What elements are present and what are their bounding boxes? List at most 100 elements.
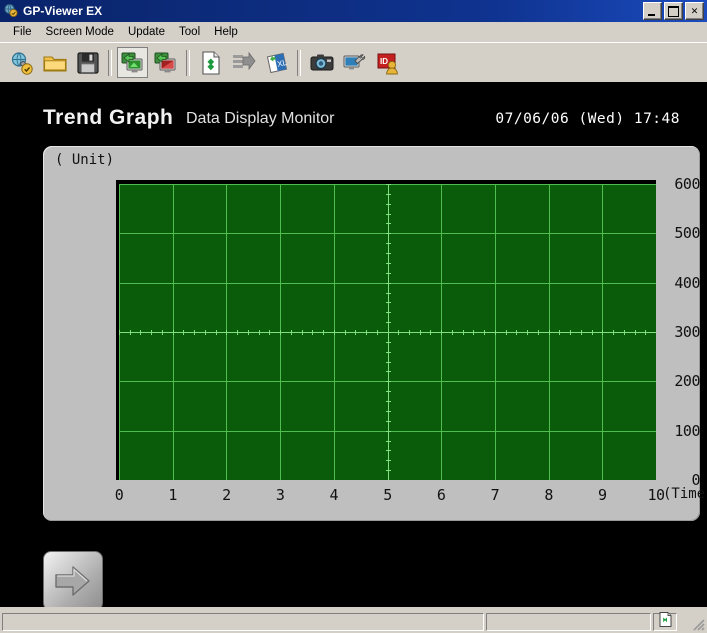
open-folder-icon <box>42 50 68 76</box>
axis-tick-vertical <box>386 401 391 402</box>
axis-tick-vertical <box>386 450 391 451</box>
axis-tick-horizontal <box>140 330 141 335</box>
axis-tick-vertical <box>386 302 391 303</box>
axis-tick-horizontal <box>345 330 346 335</box>
menu-item-help[interactable]: Help <box>207 24 245 40</box>
y-axis-tick-label: 300 <box>674 323 700 341</box>
menu-item-screen-mode[interactable]: Screen Mode <box>39 24 121 40</box>
axis-tick-horizontal <box>216 330 217 335</box>
axis-tick-horizontal <box>473 330 474 335</box>
document-refresh-icon <box>659 612 672 632</box>
axis-tick-horizontal <box>506 330 507 335</box>
axis-tick-horizontal <box>452 330 453 335</box>
save-floppy-icon <box>75 50 101 76</box>
axis-tick-horizontal <box>581 330 582 335</box>
x-axis-tick-label: 7 <box>490 486 500 504</box>
axis-tick-vertical <box>386 411 391 412</box>
x-axis-tick-label: 2 <box>222 486 231 504</box>
axis-tick-vertical <box>386 263 391 264</box>
axis-tick-horizontal <box>280 330 281 335</box>
connect-icon <box>9 50 35 76</box>
axis-tick-horizontal <box>259 330 260 335</box>
axis-tick-vertical <box>386 362 391 363</box>
window-title: GP-Viewer EX <box>23 4 103 18</box>
axis-tick-vertical <box>386 441 391 442</box>
title-bar: GP-Viewer EX ✕ <box>0 0 707 23</box>
toolbar-document-button[interactable] <box>195 47 226 78</box>
toolbar-save-button[interactable] <box>72 47 103 78</box>
menu-item-update[interactable]: Update <box>121 24 172 40</box>
axis-tick-horizontal <box>624 330 625 335</box>
toolbar-transfer-button[interactable] <box>228 47 259 78</box>
maximize-button[interactable] <box>664 2 683 20</box>
axis-tick-vertical <box>386 391 391 392</box>
axis-tick-horizontal <box>430 330 431 335</box>
axis-tick-horizontal <box>559 330 560 335</box>
forward-arrow-button[interactable] <box>43 551 103 607</box>
hmi-screen: Trend Graph Data Display Monitor 07/06/0… <box>0 82 707 607</box>
toolbar-capture-button[interactable] <box>306 47 337 78</box>
axis-tick-horizontal <box>516 330 517 335</box>
toolbar-offline-monitor-button[interactable] <box>150 47 181 78</box>
axis-tick-vertical <box>386 283 391 284</box>
axis-tick-horizontal <box>162 330 163 335</box>
toolbar-settings-button[interactable] <box>339 47 370 78</box>
axis-tick-vertical <box>386 243 391 244</box>
axis-tick-horizontal <box>205 330 206 335</box>
trend-graph-panel: ( Unit) (Time) 0100200300400500600012345… <box>43 146 707 521</box>
online-monitor-icon <box>120 50 146 76</box>
axis-tick-vertical <box>386 273 391 274</box>
toolbar-connect-button[interactable] <box>6 47 37 78</box>
toolbar-user-id-button[interactable]: ID <box>372 47 403 78</box>
status-pane-message <box>2 613 484 631</box>
axis-tick-horizontal <box>463 330 464 335</box>
axis-tick-horizontal <box>355 330 356 335</box>
toolbar-open-button[interactable] <box>39 47 70 78</box>
x-axis-tick-label: 6 <box>436 486 446 504</box>
axis-tick-vertical <box>386 470 391 471</box>
axis-tick-vertical <box>386 421 391 422</box>
axis-tick-vertical <box>386 223 391 224</box>
status-pane-icon <box>653 612 677 632</box>
transfer-icon <box>231 50 257 76</box>
close-button[interactable]: ✕ <box>685 2 704 20</box>
axis-tick-horizontal <box>495 330 496 335</box>
axis-tick-horizontal <box>592 330 593 335</box>
toolbar-online-monitor-button[interactable] <box>117 47 148 78</box>
axis-tick-horizontal <box>409 330 410 335</box>
document-icon <box>198 50 224 76</box>
toolbar-separator <box>297 49 301 76</box>
axis-tick-horizontal <box>484 330 485 335</box>
status-bar <box>0 611 707 633</box>
axis-tick-horizontal <box>226 330 227 335</box>
axis-tick-horizontal <box>538 330 539 335</box>
menu-item-file[interactable]: File <box>6 24 39 40</box>
axis-tick-horizontal <box>323 330 324 335</box>
plot-area[interactable] <box>119 184 656 480</box>
y-axis-unit-label: ( Unit) <box>55 152 115 168</box>
resize-grip[interactable] <box>691 617 705 631</box>
axis-tick-vertical <box>386 322 391 323</box>
minimize-button[interactable] <box>643 2 662 20</box>
x-axis-tick-label: 10 <box>647 486 665 504</box>
axis-tick-vertical <box>386 431 391 432</box>
x-axis-tick-label: 5 <box>383 486 392 504</box>
menu-bar: File Screen Mode Update Tool Help <box>0 22 707 42</box>
page-title: Trend Graph <box>43 106 174 129</box>
id-user-icon: ID <box>375 50 401 76</box>
menu-item-tool[interactable]: Tool <box>172 24 207 40</box>
x-axis-tick-label: 9 <box>598 486 607 504</box>
axis-tick-horizontal <box>366 330 367 335</box>
camera-capture-icon <box>309 50 335 76</box>
axis-tick-vertical <box>386 352 391 353</box>
data-sheet-icon: XL <box>264 50 290 76</box>
axis-tick-horizontal <box>237 330 238 335</box>
status-pane-secondary <box>486 613 651 631</box>
axis-tick-vertical <box>386 460 391 461</box>
axis-tick-horizontal <box>398 330 399 335</box>
y-axis-tick-label: 600 <box>674 175 700 193</box>
hmi-screen-inner: Trend Graph Data Display Monitor 07/06/0… <box>5 84 707 607</box>
axis-tick-horizontal <box>441 330 442 335</box>
axis-tick-horizontal <box>173 330 174 335</box>
toolbar-data-sheet-button[interactable]: XL <box>261 47 292 78</box>
